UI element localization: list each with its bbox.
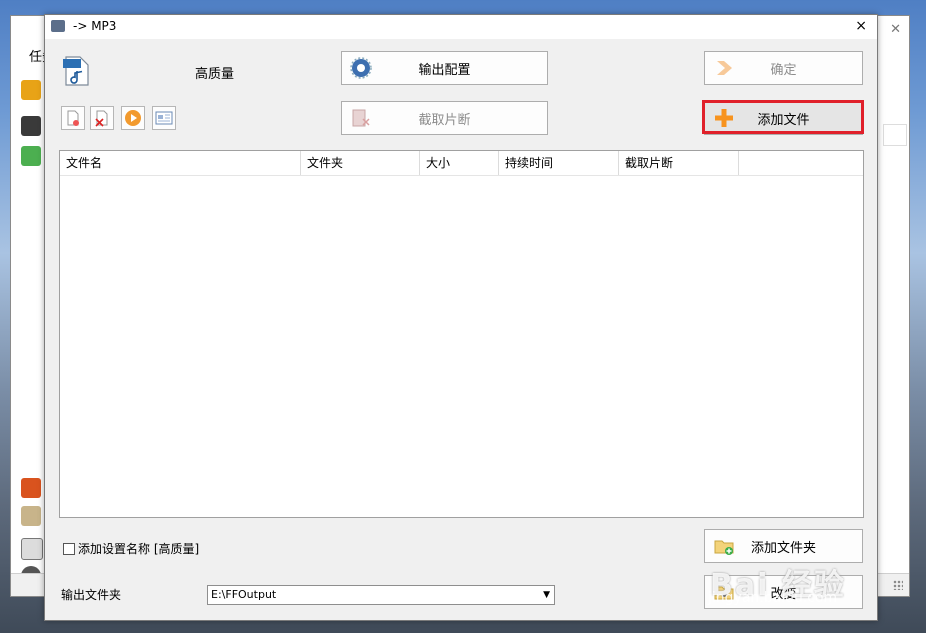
music-icon[interactable]: [21, 146, 41, 166]
append-setting-label: 添加设置名称 [高质量]: [78, 542, 200, 556]
mp3-conversion-dialog: -> MP3 × 高质量 输出配置 确定 截取片断 添加文件 文件名 文件夹 大…: [44, 14, 878, 621]
clear-list-icon: [95, 110, 108, 127]
folder-icon[interactable]: [21, 80, 41, 100]
dialog-title: -> MP3: [73, 19, 117, 33]
confirm-button[interactable]: 确定: [704, 51, 863, 85]
mp3-file-icon: [63, 56, 89, 86]
output-folder-label: 输出文件夹: [61, 588, 122, 602]
clip-label: 截取片断: [418, 112, 471, 128]
output-config-label: 输出配置: [418, 62, 471, 78]
info-icon: [155, 111, 173, 125]
info-button[interactable]: [152, 106, 176, 130]
background-list-fragment: [883, 124, 907, 146]
resize-grip-icon[interactable]: [893, 580, 903, 590]
document-icon[interactable]: [21, 506, 41, 526]
disc-drive-icon[interactable]: [21, 538, 43, 560]
app-icon: [51, 20, 65, 32]
file-list-header: 文件名 文件夹 大小 持续时间 截取片断: [60, 151, 863, 176]
checkbox-box[interactable]: [63, 542, 75, 555]
clip-button[interactable]: 截取片断: [341, 101, 548, 135]
column-filename[interactable]: 文件名: [60, 151, 301, 175]
column-duration[interactable]: 持续时间: [499, 151, 619, 175]
folder-add-icon: [714, 540, 734, 555]
arrow-right-icon: [717, 61, 732, 75]
output-folder-value: E:\FFOutput: [211, 588, 277, 601]
play-button[interactable]: [121, 106, 145, 130]
remove-file-button[interactable]: [61, 106, 85, 130]
file-list[interactable]: 文件名 文件夹 大小 持续时间 截取片断: [59, 150, 864, 518]
add-folder-button[interactable]: 添加文件夹: [704, 529, 863, 563]
column-clip[interactable]: 截取片断: [619, 151, 739, 175]
column-folder[interactable]: 文件夹: [301, 151, 420, 175]
picture-icon[interactable]: [21, 478, 41, 498]
watermark-url: jingyan.baidu.com: [708, 590, 838, 606]
remove-file-icon: [67, 110, 79, 126]
output-config-button[interactable]: 输出配置: [341, 51, 548, 85]
video-icon[interactable]: [21, 116, 41, 136]
chevron-down-icon: ▼: [543, 590, 550, 600]
clear-list-button[interactable]: [90, 106, 114, 130]
play-icon: [125, 110, 141, 126]
quality-label: 高质量: [195, 67, 235, 82]
dialog-titlebar: -> MP3 ×: [45, 15, 877, 39]
add-folder-label: 添加文件夹: [750, 540, 816, 556]
gear-icon: [350, 57, 372, 79]
film-scissors-icon: [352, 109, 370, 127]
background-close-icon[interactable]: ✕: [890, 22, 901, 37]
close-icon[interactable]: ×: [855, 18, 867, 34]
confirm-label: 确定: [770, 62, 797, 78]
output-folder-select[interactable]: E:\FFOutput ▼: [207, 585, 555, 605]
append-setting-checkbox[interactable]: 添加设置名称 [高质量]: [63, 540, 199, 557]
column-size[interactable]: 大小: [420, 151, 499, 175]
highlight-box: [702, 100, 864, 134]
